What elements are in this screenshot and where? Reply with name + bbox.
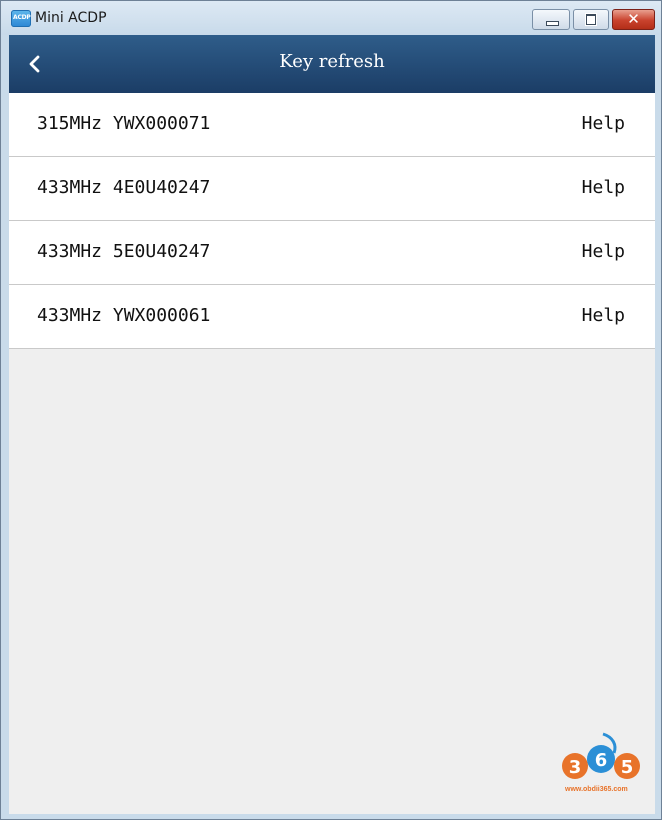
close-button[interactable]: ✕: [612, 9, 655, 30]
app-icon-text: ACDP: [13, 14, 31, 21]
key-list: 315MHz YWX000071 Help 433MHz 4E0U40247 H…: [9, 93, 655, 349]
close-icon: ✕: [627, 10, 640, 28]
svg-text:6: 6: [595, 750, 608, 771]
list-item[interactable]: 433MHz 5E0U40247 Help: [9, 221, 655, 285]
list-item[interactable]: 315MHz YWX000071 Help: [9, 93, 655, 157]
help-button[interactable]: Help: [582, 241, 625, 262]
app-header-bar: Key refresh: [9, 35, 655, 93]
watermark-url: www.obdii365.com: [565, 786, 628, 793]
help-button[interactable]: Help: [582, 305, 625, 326]
page-title: Key refresh: [279, 51, 385, 72]
key-item-label: 433MHz 4E0U40247: [37, 177, 211, 198]
svg-text:5: 5: [621, 757, 634, 778]
maximize-button[interactable]: [573, 9, 609, 30]
help-button[interactable]: Help: [582, 177, 625, 198]
watermark-digits: 3: [569, 757, 582, 778]
acdp-app-icon: ACDP: [11, 10, 31, 27]
key-item-label: 315MHz YWX000071: [37, 113, 211, 134]
minimize-button[interactable]: [532, 9, 570, 30]
key-item-label: 433MHz 5E0U40247: [37, 241, 211, 262]
window-titlebar[interactable]: ACDP Mini ACDP ✕: [1, 1, 661, 35]
window-title: Mini ACDP: [35, 10, 107, 26]
list-item[interactable]: 433MHz YWX000061 Help: [9, 285, 655, 349]
help-button[interactable]: Help: [582, 113, 625, 134]
key-item-label: 433MHz YWX000061: [37, 305, 211, 326]
minimize-icon: [546, 21, 559, 26]
maximize-icon: [586, 14, 596, 25]
app-window: ACDP Mini ACDP ✕ Key refresh 315MHz YWX0…: [0, 0, 662, 820]
list-item[interactable]: 433MHz 4E0U40247 Help: [9, 157, 655, 221]
app-content: Key refresh 315MHz YWX000071 Help 433MHz…: [9, 35, 655, 814]
